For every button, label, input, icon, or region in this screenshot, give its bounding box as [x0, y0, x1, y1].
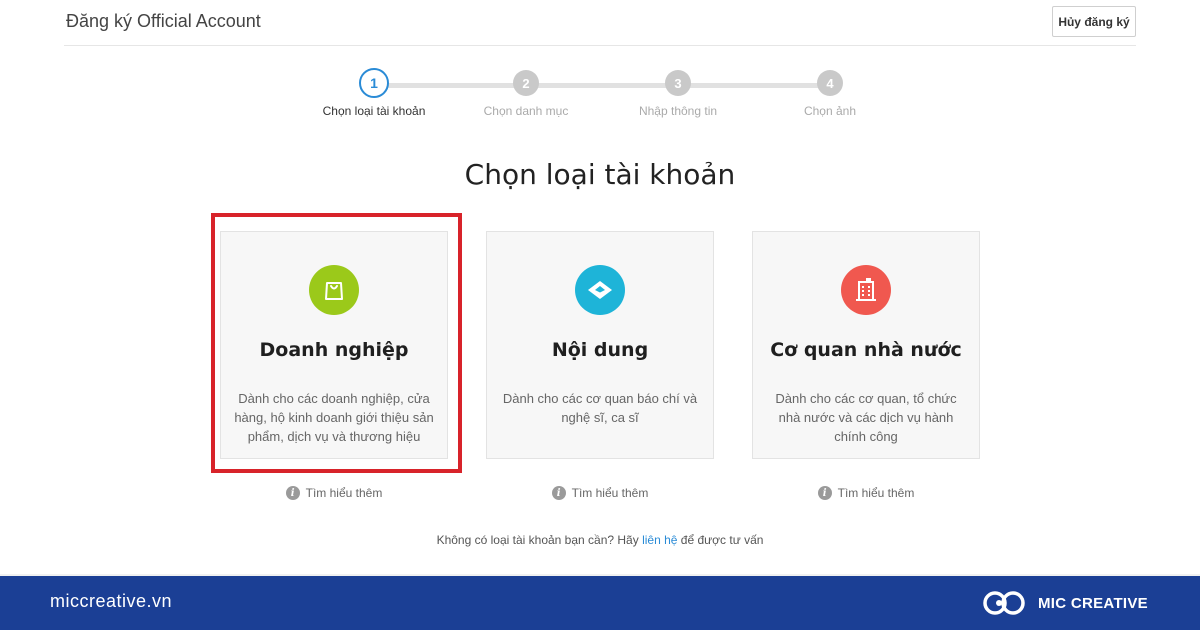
registration-stepper: 1 Chọn loại tài khoản 2 Chọn danh mục 3 …: [0, 68, 1200, 128]
brand-name: MIC CREATIVE: [1038, 594, 1148, 612]
step-1: 1 Chọn loại tài khoản: [304, 68, 444, 118]
card-title: Nội dung: [551, 339, 649, 361]
brand-logo: MIC CREATIVE: [982, 588, 1148, 618]
learn-more-link-government[interactable]: i Tìm hiểu thêm: [752, 486, 980, 500]
step-label: Chọn ảnh: [803, 104, 857, 118]
step-3: 3 Nhập thông tin: [608, 68, 748, 118]
footnote-suffix: để được tư vấn: [677, 533, 764, 547]
step-2: 2 Chọn danh mục: [456, 68, 596, 118]
step-label: Chọn danh mục: [483, 104, 569, 118]
content-icon: [575, 265, 625, 315]
site-url: miccreative.vn: [50, 591, 173, 611]
section-heading: Chọn loại tài khoản: [464, 158, 736, 191]
learn-more-label: Tìm hiểu thêm: [837, 486, 915, 500]
selection-highlight: [211, 213, 462, 473]
info-icon: i: [285, 486, 300, 500]
info-icon: i: [817, 486, 832, 500]
infinity-logo-icon: [983, 591, 1025, 615]
learn-more-link-business[interactable]: i Tìm hiểu thêm: [220, 486, 448, 500]
info-icon: i: [551, 486, 566, 500]
step-number: 2: [513, 70, 539, 96]
step-number: 1: [359, 68, 389, 98]
account-type-card-government[interactable]: Cơ quan nhà nước Dành cho các cơ quan, t…: [752, 231, 980, 459]
step-number: 3: [665, 70, 691, 96]
contact-link[interactable]: liên hệ: [642, 533, 677, 547]
step-number: 4: [817, 70, 843, 96]
page-header: Đăng ký Official Account Hủy đăng ký: [64, 0, 1136, 46]
learn-more-link-content[interactable]: i Tìm hiểu thêm: [486, 486, 714, 500]
account-type-card-content[interactable]: Nội dung Dành cho các cơ quan báo chí và…: [486, 231, 714, 459]
contact-footnote: Không có loại tài khoản bạn cần? Hãy liê…: [0, 533, 1200, 547]
page-title: Đăng ký Official Account: [66, 11, 261, 31]
card-description: Dành cho các cơ quan báo chí và nghệ sĩ,…: [502, 391, 698, 425]
step-4: 4 Chọn ảnh: [760, 68, 900, 118]
cancel-registration-button[interactable]: Hủy đăng ký: [1052, 6, 1136, 37]
card-title: Cơ quan nhà nước: [770, 339, 962, 361]
card-description: Dành cho các cơ quan, tổ chức nhà nước v…: [775, 391, 957, 444]
step-label: Nhập thông tin: [638, 104, 718, 118]
footnote-prefix: Không có loại tài khoản bạn cần? Hãy: [436, 533, 643, 547]
building-icon: [841, 265, 891, 315]
step-label: Chọn loại tài khoản: [322, 104, 426, 118]
learn-more-label: Tìm hiểu thêm: [571, 486, 649, 500]
learn-more-label: Tìm hiểu thêm: [305, 486, 383, 500]
brand-footer-bar: miccreative.vn MIC CREATIVE: [0, 574, 1200, 630]
